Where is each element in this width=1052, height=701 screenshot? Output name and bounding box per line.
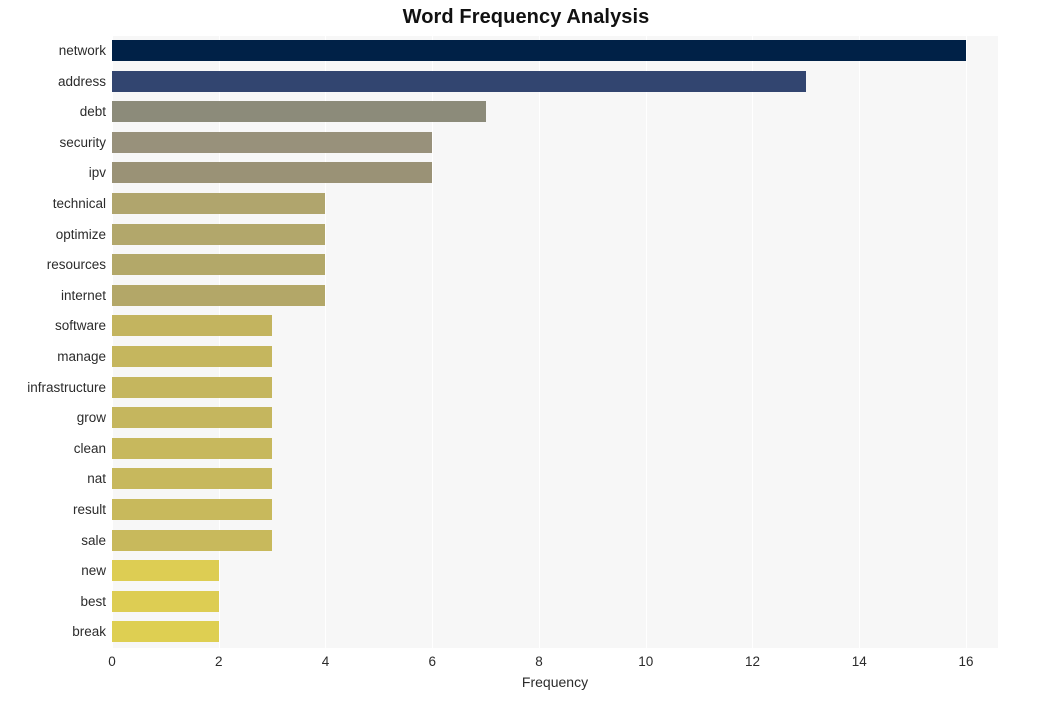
bar-row xyxy=(112,281,998,312)
y-tick-label-address: address xyxy=(57,73,106,89)
bar-row xyxy=(112,128,998,159)
bar-row xyxy=(112,526,998,557)
bar-security[interactable] xyxy=(112,131,433,153)
bar-row xyxy=(112,220,998,251)
bar-manage[interactable] xyxy=(112,346,273,367)
x-tick-label-6: 6 xyxy=(428,654,436,669)
bar-row xyxy=(112,617,998,648)
x-tick-label-0: 0 xyxy=(108,654,116,669)
bar-row xyxy=(112,342,998,373)
y-axis: network address debt security ipv technical op… xyxy=(0,36,106,648)
y-tick-label-result: result xyxy=(72,502,106,517)
y-tick-label-clean: clean xyxy=(73,440,106,456)
x-tick-label-14: 14 xyxy=(851,654,867,669)
bar-new[interactable] xyxy=(112,560,219,582)
bar-address[interactable] xyxy=(112,70,806,92)
bar-row xyxy=(112,158,998,189)
y-tick-label-technical: technical xyxy=(52,196,106,211)
y-tick-label-debt: debt xyxy=(79,104,106,120)
y-tick-label-manage: manage xyxy=(57,349,106,364)
y-tick-label-network: network xyxy=(58,43,106,58)
bar-nat[interactable] xyxy=(112,468,273,490)
bar-sale[interactable] xyxy=(112,529,273,551)
bar-row xyxy=(112,189,998,220)
plot-area xyxy=(112,36,998,648)
bar-clean[interactable] xyxy=(112,437,273,459)
x-tick-label-12: 12 xyxy=(744,654,760,669)
x-axis-label: Frequency xyxy=(521,674,589,690)
y-tick-label-optimize: optimize xyxy=(55,226,106,242)
bar-series xyxy=(112,36,998,648)
bar-infrastructure[interactable] xyxy=(112,376,273,398)
x-tick-label-16: 16 xyxy=(958,654,974,669)
y-tick-label-resources: resources xyxy=(46,257,106,273)
bar-optimize[interactable] xyxy=(112,223,326,245)
bar-row xyxy=(112,587,998,618)
bar-row xyxy=(112,36,998,67)
y-tick-label-security: security xyxy=(59,134,106,150)
chart-figure: Word Frequency Analysis network address de… xyxy=(0,0,1052,701)
bar-result[interactable] xyxy=(112,499,273,520)
y-tick-label-break: break xyxy=(72,624,106,640)
y-tick-label-new: new xyxy=(81,563,106,579)
bar-row xyxy=(112,373,998,404)
chart-title: Word Frequency Analysis xyxy=(402,6,650,28)
bar-row xyxy=(112,67,998,98)
y-tick-label-sale: sale xyxy=(81,532,106,548)
y-tick-label-grow: grow xyxy=(76,410,106,426)
bar-row xyxy=(112,311,998,342)
bar-break[interactable] xyxy=(112,621,219,643)
y-tick-label-infrastructure: infrastructure xyxy=(27,379,106,395)
x-tick-label-10: 10 xyxy=(638,654,654,669)
bar-row xyxy=(112,556,998,587)
bar-row xyxy=(112,97,998,128)
y-tick-label-internet: internet xyxy=(60,287,106,303)
y-tick-label-nat: nat xyxy=(87,471,106,487)
bar-ipv[interactable] xyxy=(112,162,433,184)
x-tick-label-2: 2 xyxy=(214,654,223,669)
bar-best[interactable] xyxy=(112,590,219,612)
bar-row xyxy=(112,495,998,526)
y-tick-label-software: software xyxy=(54,318,106,334)
bar-network[interactable] xyxy=(112,40,966,61)
bar-internet[interactable] xyxy=(112,284,326,306)
bar-resources[interactable] xyxy=(112,254,326,276)
bar-technical[interactable] xyxy=(112,193,326,214)
bar-row xyxy=(112,434,998,465)
y-tick-label-ipv: ipv xyxy=(88,165,106,181)
y-tick-label-best: best xyxy=(80,593,106,609)
bar-debt[interactable] xyxy=(112,101,486,123)
bar-software[interactable] xyxy=(112,315,273,337)
x-tick-label-4: 4 xyxy=(321,654,330,669)
bar-row xyxy=(112,464,998,495)
bar-grow[interactable] xyxy=(112,407,273,429)
bar-row xyxy=(112,250,998,281)
bar-row xyxy=(112,403,998,434)
x-tick-label-8: 8 xyxy=(535,654,543,669)
